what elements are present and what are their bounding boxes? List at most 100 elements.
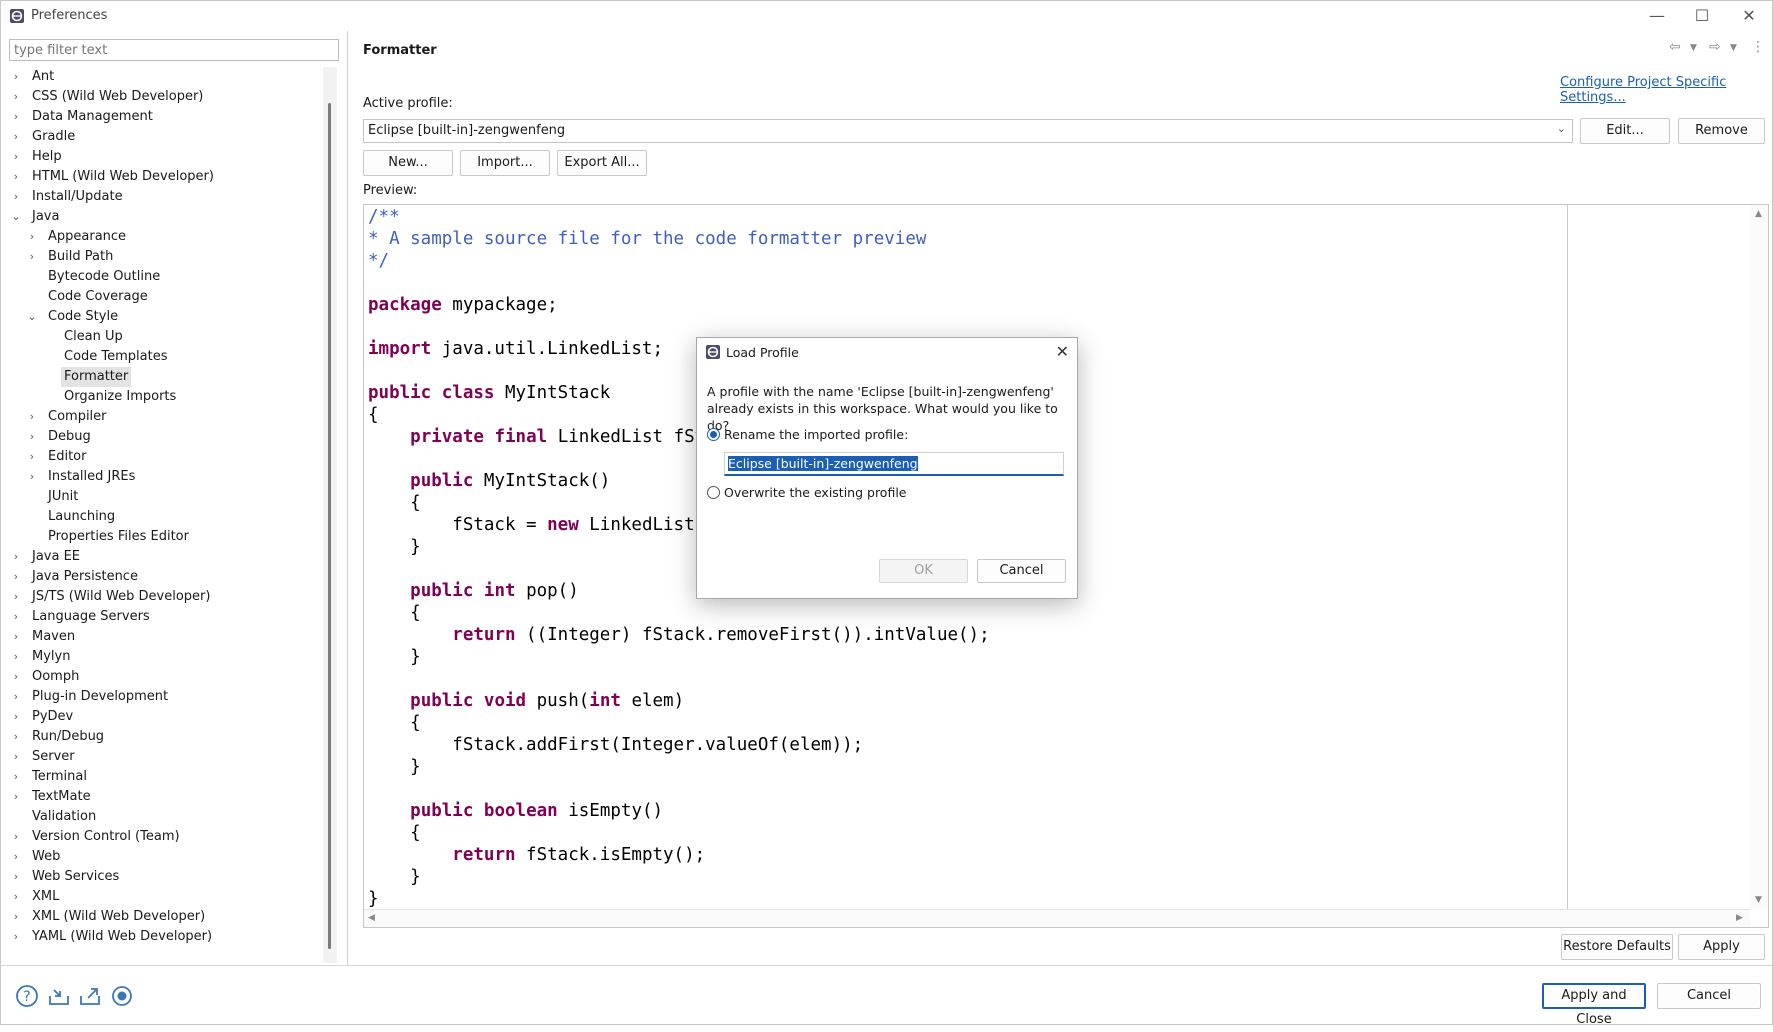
chevron-right-icon[interactable]: ›	[9, 867, 23, 887]
sidebar-item-label: Formatter	[61, 367, 132, 387]
scroll-left-icon[interactable]: ◀	[368, 913, 375, 923]
chevron-right-icon[interactable]: ›	[9, 147, 23, 167]
chevron-right-icon[interactable]: ›	[9, 727, 23, 747]
code-token: }	[368, 889, 379, 909]
code-line: }	[368, 756, 990, 778]
rename-radio[interactable]	[707, 428, 720, 441]
maximize-button[interactable]: ☐	[1682, 5, 1722, 27]
import-icon[interactable]	[47, 984, 71, 1008]
chevron-right-icon[interactable]: ›	[9, 567, 23, 587]
sidebar-item-label: Build Path	[48, 249, 114, 264]
code-keyword: public	[410, 801, 474, 821]
sidebar-scroll-thumb[interactable]	[328, 103, 331, 949]
scroll-up-icon[interactable]: ▲	[1755, 209, 1762, 219]
scroll-right-icon[interactable]: ▶	[1736, 913, 1743, 923]
chevron-right-icon[interactable]: ›	[9, 547, 23, 567]
code-token: {	[368, 603, 421, 623]
rename-radio-label[interactable]: Rename the imported profile:	[724, 427, 908, 442]
chevron-right-icon[interactable]: ›	[9, 647, 23, 667]
configure-project-link[interactable]: Configure Project Specific Settings...	[1560, 75, 1772, 105]
code-token: }	[368, 757, 421, 777]
sidebar-item-label: CSS (Wild Web Developer)	[32, 89, 204, 104]
close-button[interactable]: ✕	[1729, 5, 1769, 27]
preview-horizontal-scrollbar[interactable]: ◀ ▶	[364, 909, 1750, 927]
code-keyword: return	[452, 625, 516, 645]
scroll-down-icon[interactable]: ▼	[1755, 895, 1762, 905]
chevron-right-icon[interactable]: ›	[9, 827, 23, 847]
sidebar-item-label: Code Coverage	[48, 289, 148, 304]
chevron-right-icon[interactable]: ›	[9, 107, 23, 127]
chevron-right-icon[interactable]: ›	[9, 167, 23, 187]
export-icon[interactable]	[78, 984, 102, 1008]
overwrite-radio[interactable]	[707, 486, 720, 499]
sidebar-item-label: Ant	[32, 69, 55, 84]
active-profile-select[interactable]: Eclipse [built-in]-zengwenfeng ⌄	[363, 119, 1573, 143]
chevron-right-icon[interactable]: ›	[9, 687, 23, 707]
back-menu-icon[interactable]: ▼	[1690, 43, 1697, 65]
apply-and-close-button[interactable]: Apply and Close	[1542, 983, 1646, 1027]
sidebar-item-label: PyDev	[32, 709, 74, 724]
code-keyword: public	[410, 581, 474, 601]
sidebar-item-label: Web Services	[32, 869, 120, 884]
oomph-icon[interactable]	[110, 984, 134, 1008]
remove-button[interactable]: Remove	[1678, 118, 1765, 144]
overwrite-radio-label[interactable]: Overwrite the existing profile	[724, 485, 907, 500]
new-button[interactable]: New...	[363, 150, 453, 176]
view-menu-icon[interactable]: ⋮	[1751, 39, 1765, 61]
sidebar-item-label: Java	[32, 209, 60, 224]
pane-divider[interactable]	[347, 31, 348, 966]
chevron-right-icon[interactable]: ›	[9, 847, 23, 867]
filter-input[interactable]	[9, 39, 339, 61]
help-icon[interactable]: ?	[15, 984, 39, 1008]
chevron-right-icon[interactable]: ›	[9, 667, 23, 687]
chevron-right-icon[interactable]: ›	[25, 247, 39, 267]
chevron-right-icon[interactable]: ›	[9, 707, 23, 727]
chevron-right-icon[interactable]: ›	[9, 907, 23, 927]
chevron-down-icon[interactable]: ⌄	[9, 207, 23, 227]
code-keyword: public	[368, 383, 432, 403]
chevron-right-icon[interactable]: ›	[9, 67, 23, 87]
footer-cancel-button[interactable]: Cancel	[1657, 983, 1761, 1009]
chevron-right-icon[interactable]: ›	[9, 587, 23, 607]
back-icon[interactable]: ⇦	[1669, 39, 1681, 61]
chevron-right-icon[interactable]: ›	[9, 127, 23, 147]
chevron-down-icon[interactable]: ⌄	[25, 307, 39, 327]
code-token: mypackage;	[441, 295, 558, 315]
apply-button[interactable]: Apply	[1678, 934, 1765, 960]
chevron-right-icon[interactable]: ›	[25, 427, 39, 447]
forward-menu-icon[interactable]: ▼	[1730, 43, 1737, 65]
chevron-right-icon[interactable]: ›	[9, 607, 23, 627]
chevron-right-icon[interactable]: ›	[25, 447, 39, 467]
preview-vertical-scrollbar[interactable]: ▲ ▼	[1750, 205, 1768, 909]
export-all-button[interactable]: Export All...	[557, 150, 647, 176]
close-icon[interactable]: ✕	[1056, 342, 1069, 361]
rename-profile-input[interactable]: Eclipse [built-in]-zengwenfeng	[724, 452, 1064, 476]
restore-defaults-button[interactable]: Restore Defaults	[1561, 934, 1673, 960]
chevron-right-icon[interactable]: ›	[9, 87, 23, 107]
chevron-right-icon[interactable]: ›	[25, 467, 39, 487]
dialog-cancel-button[interactable]: Cancel	[977, 559, 1066, 583]
import-button[interactable]: Import...	[460, 150, 550, 176]
minimize-button[interactable]: —	[1637, 5, 1677, 27]
chevron-right-icon[interactable]: ›	[9, 767, 23, 787]
chevron-right-icon[interactable]: ›	[9, 187, 23, 207]
chevron-right-icon[interactable]: ›	[25, 407, 39, 427]
chevron-right-icon[interactable]: ›	[25, 227, 39, 247]
sidebar-item-label: Compiler	[48, 409, 107, 424]
sidebar-scrollbar[interactable]	[323, 67, 337, 963]
ok-button[interactable]: OK	[879, 559, 968, 583]
chevron-right-icon[interactable]: ›	[9, 787, 23, 807]
edit-button[interactable]: Edit...	[1580, 118, 1670, 144]
sidebar-item-label: Mylyn	[32, 649, 71, 664]
chevron-right-icon[interactable]: ›	[9, 887, 23, 907]
forward-icon[interactable]: ⇨	[1709, 39, 1721, 61]
chevron-right-icon[interactable]: ›	[9, 747, 23, 767]
chevron-right-icon[interactable]: ›	[9, 927, 23, 947]
chevron-right-icon[interactable]: ›	[9, 627, 23, 647]
